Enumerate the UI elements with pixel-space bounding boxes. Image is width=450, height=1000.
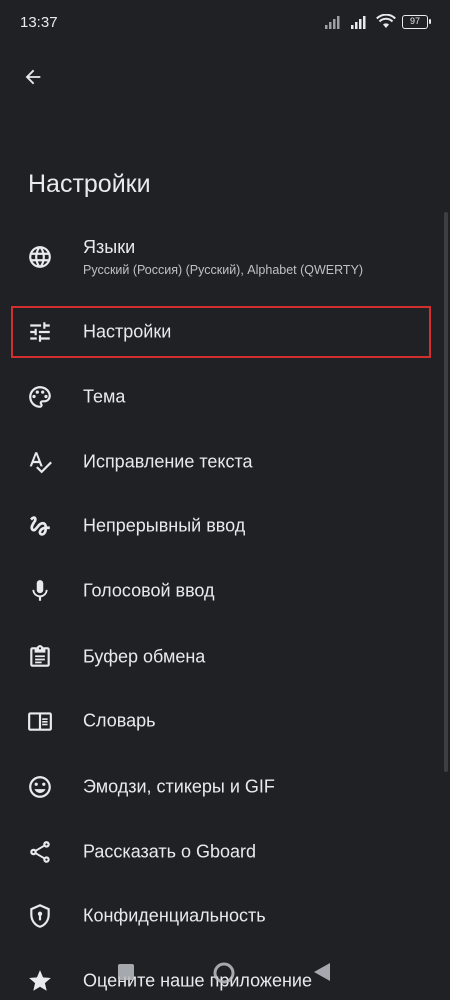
menu-item-label: Языки: [83, 237, 136, 257]
arrow-back-icon: [25, 69, 41, 85]
menu-item-label: Буфер обмена: [83, 646, 206, 667]
menu-item-label: Исправление текста: [83, 451, 253, 472]
menu-item-label: Непрерывный ввод: [83, 515, 246, 536]
menu-item-languages[interactable]: Языки Русский (Россия) (Русский), Alphab…: [0, 229, 440, 285]
triangle-back-icon: [314, 963, 330, 981]
square-icon: [118, 964, 134, 980]
home-button[interactable]: [213, 962, 235, 989]
share-icon: [26, 838, 54, 866]
menu-item-privacy[interactable]: Конфиденциальность: [0, 888, 440, 944]
menu-item-theme[interactable]: Тема: [0, 369, 440, 425]
menu-item-dictionary[interactable]: Словарь: [0, 693, 440, 749]
signal-icon: [351, 15, 366, 29]
dictionary-icon: [26, 707, 54, 735]
status-time: 13:37: [20, 14, 58, 31]
wifi-icon: [376, 14, 396, 28]
menu-item-share[interactable]: Рассказать о Gboard: [0, 824, 440, 880]
clipboard-icon: [26, 643, 54, 671]
status-icons: 97: [324, 14, 431, 29]
menu-item-sublabel: Русский (Россия) (Русский), Alphabet (QW…: [83, 263, 364, 277]
menu-item-settings[interactable]: Настройки: [0, 304, 440, 360]
menu-item-emoji[interactable]: Эмодзи, стикеры и GIF: [0, 759, 440, 815]
menu-item-label: Рассказать о Gboard: [83, 841, 257, 862]
scrollbar[interactable]: [444, 212, 448, 772]
menu-item-label: Настройки: [83, 321, 172, 342]
palette-icon: [26, 383, 54, 411]
menu-item-label: Словарь: [83, 710, 156, 731]
menu-item-label: Тема: [83, 386, 126, 407]
star-icon: [26, 967, 54, 995]
tune-icon: [26, 318, 54, 346]
globe-icon: [26, 243, 54, 271]
signal-icon: [325, 15, 340, 29]
back-nav-button[interactable]: [314, 963, 330, 986]
battery-icon: 97: [402, 14, 431, 29]
menu-item-spellcheck[interactable]: Исправление текста: [0, 434, 440, 490]
recent-apps-button[interactable]: [118, 964, 134, 985]
back-button[interactable]: [16, 60, 50, 94]
microphone-icon: [26, 577, 54, 605]
menu-item-clipboard[interactable]: Буфер обмена: [0, 629, 440, 685]
spellcheck-icon: [26, 448, 54, 476]
battery-level: 97: [409, 15, 420, 26]
menu-item-glide-typing[interactable]: Непрерывный ввод: [0, 498, 440, 554]
menu-item-label: Голосовой ввод: [83, 580, 215, 601]
menu-item-label: Эмодзи, стикеры и GIF: [83, 776, 275, 797]
gesture-icon: [26, 512, 54, 540]
menu-item-voice-input[interactable]: Голосовой ввод: [0, 563, 440, 619]
emoji-icon: [26, 773, 54, 801]
status-bar: 13:37 97: [0, 0, 450, 44]
menu-item-label: Конфиденциальность: [83, 905, 266, 926]
shield-icon: [26, 902, 54, 930]
circle-icon: [213, 962, 235, 984]
page-title: Настройки: [28, 170, 151, 198]
